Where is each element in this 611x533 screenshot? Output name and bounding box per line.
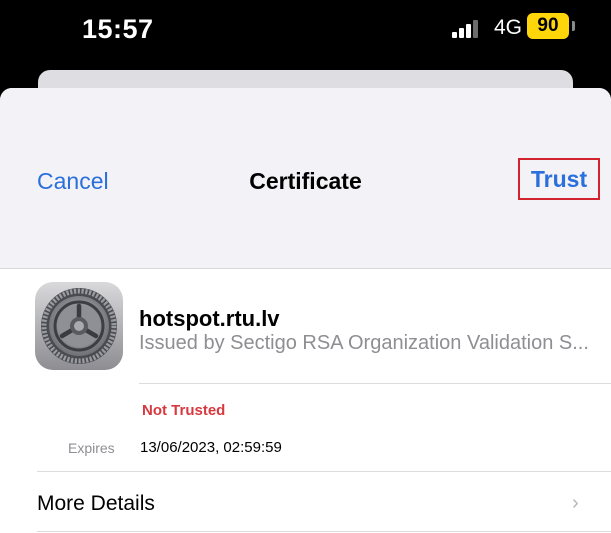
certificate-issuer: Issued by Sectigo RSA Organization Valid…: [139, 332, 589, 354]
expires-value: 13/06/2023, 02:59:59: [140, 439, 282, 456]
certificate-card: hotspot.rtu.lv Issued by Sectigo RSA Org…: [0, 268, 611, 533]
status-time: 15:57: [82, 14, 154, 44]
certificate-name: hotspot.rtu.lv: [139, 306, 280, 331]
more-details-label: More Details: [37, 492, 155, 515]
signal-icon: [452, 20, 486, 38]
expires-label: Expires: [68, 440, 115, 456]
divider: [139, 383, 611, 384]
more-details-row[interactable]: More Details ›: [0, 472, 611, 532]
nav-bar: Cancel Certificate Trust: [0, 88, 611, 268]
trust-button[interactable]: Trust: [518, 158, 600, 200]
divider: [37, 531, 611, 532]
chevron-right-icon: ›: [572, 492, 579, 514]
status-bar: 15:57 4G 90: [0, 0, 611, 72]
battery-icon: 90: [527, 13, 569, 39]
settings-gear-icon: [35, 282, 123, 370]
trust-status: Not Trusted: [142, 402, 226, 419]
certificate-sheet: Cancel Certificate Trust hotspot.rtu.lv …: [0, 88, 611, 533]
battery-tip: [572, 21, 575, 31]
network-type: 4G: [494, 16, 523, 39]
